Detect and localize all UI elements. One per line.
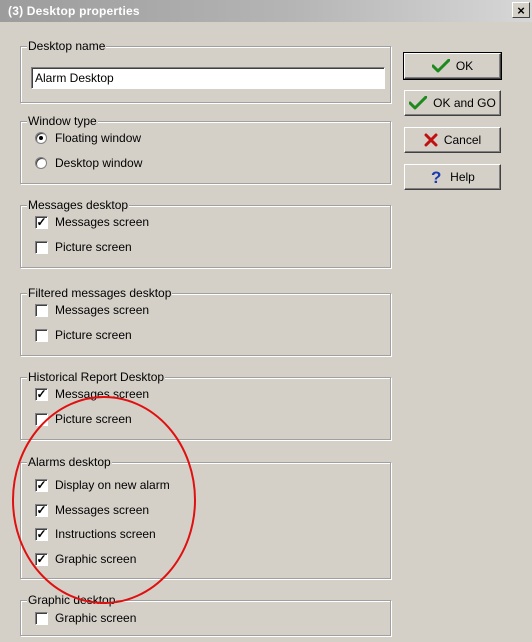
checkbox-graphic-screen[interactable]: ✓ Graphic screen <box>35 551 136 567</box>
checkbox-label: Messages screen <box>55 387 150 401</box>
desktop-name-input[interactable]: Alarm Desktop <box>31 67 385 89</box>
desktop-name-label: Desktop name <box>27 38 107 54</box>
graphic-desktop-group: Graphic desktop Graphic screen <box>20 592 391 636</box>
filtered-messages-desktop-group: Filtered messages desktop Messages scree… <box>20 285 391 356</box>
checkbox-instructions-screen[interactable]: ✓ Instructions screen <box>35 526 156 542</box>
cancel-button-label: Cancel <box>443 133 482 147</box>
checkbox-label: Messages screen <box>55 215 150 229</box>
checkbox-picture-screen[interactable]: Picture screen <box>35 239 132 255</box>
checkbox-messages-screen[interactable]: ✓ Messages screen <box>35 214 149 230</box>
radio-selected-dot <box>39 136 43 140</box>
messages-desktop-group: Messages desktop ✓ Messages screen Pictu… <box>20 197 391 268</box>
checkbox[interactable] <box>35 328 48 342</box>
radio-floating-window[interactable]: Floating window <box>35 130 141 146</box>
checkbox-label: Picture screen <box>55 328 132 342</box>
checkbox-label: Graphic screen <box>55 611 137 625</box>
checkbox[interactable]: ✓ <box>35 477 48 492</box>
radio-button[interactable] <box>35 157 47 169</box>
question-mark-icon: ? <box>430 169 444 185</box>
filtered-messages-desktop-label: Filtered messages desktop <box>27 285 173 301</box>
checkbox-label: Instructions screen <box>55 527 156 541</box>
cross-icon <box>424 133 438 147</box>
title-bar: (3) Desktop properties × <box>0 0 532 22</box>
checkbox-picture-screen[interactable]: Picture screen <box>35 411 132 427</box>
checkbox-label: Graphic screen <box>55 552 137 566</box>
help-button-label: Help <box>450 170 475 184</box>
radio-label: Floating window <box>55 131 142 145</box>
checkbox[interactable] <box>35 611 48 625</box>
check-mark-icon: ✓ <box>36 526 47 541</box>
checkbox-label: Picture screen <box>55 412 132 426</box>
radio-button[interactable] <box>35 132 47 144</box>
historical-report-desktop-group: Historical Report Desktop ✓ Messages scr… <box>20 369 391 440</box>
check-mark-icon: ✓ <box>36 386 47 401</box>
cancel-button[interactable]: Cancel <box>404 127 501 153</box>
check-icon <box>409 96 428 110</box>
check-mark-icon: ✓ <box>36 214 47 229</box>
help-button[interactable]: ? Help <box>404 164 501 190</box>
checkbox-graphic-screen[interactable]: Graphic screen <box>35 610 136 626</box>
checkbox[interactable]: ✓ <box>35 526 48 541</box>
checkbox-label: Messages screen <box>55 303 150 317</box>
ok-and-go-button[interactable]: OK and GO <box>404 90 501 116</box>
checkbox[interactable]: ✓ <box>35 386 48 401</box>
svg-text:?: ? <box>431 169 441 185</box>
checkbox[interactable]: ✓ <box>35 502 48 517</box>
desktop-name-group: Desktop name Alarm Desktop <box>20 38 391 103</box>
radio-label: Desktop window <box>55 156 143 170</box>
messages-desktop-label: Messages desktop <box>27 197 130 213</box>
close-button[interactable]: × <box>512 2 530 18</box>
checkbox[interactable] <box>35 303 48 317</box>
check-mark-icon: ✓ <box>36 551 47 566</box>
check-mark-icon: ✓ <box>36 477 47 492</box>
window-title: (3) Desktop properties <box>8 4 140 18</box>
checkbox-messages-screen[interactable]: Messages screen <box>35 302 149 318</box>
checkbox-label: Display on new alarm <box>55 478 170 492</box>
checkbox[interactable]: ✓ <box>35 551 48 566</box>
checkbox-picture-screen[interactable]: Picture screen <box>35 327 132 343</box>
ok-button-label: OK <box>455 59 474 73</box>
checkbox[interactable] <box>35 412 48 426</box>
historical-report-desktop-label: Historical Report Desktop <box>27 369 166 385</box>
checkbox-label: Picture screen <box>55 240 132 254</box>
check-icon <box>431 59 450 73</box>
radio-desktop-window[interactable]: Desktop window <box>35 155 142 171</box>
checkbox[interactable] <box>35 240 48 254</box>
checkbox[interactable]: ✓ <box>35 214 48 229</box>
checkbox-label: Messages screen <box>55 503 150 517</box>
window-type-group: Window type Floating window Desktop wind… <box>20 113 391 184</box>
check-mark-icon: ✓ <box>36 502 47 517</box>
checkbox-messages-screen[interactable]: ✓ Messages screen <box>35 502 149 518</box>
window-type-label: Window type <box>27 113 98 129</box>
ok-and-go-button-label: OK and GO <box>433 96 496 110</box>
checkbox-display-on-new-alarm[interactable]: ✓ Display on new alarm <box>35 477 170 493</box>
graphic-desktop-label: Graphic desktop <box>27 592 117 608</box>
alarms-desktop-label: Alarms desktop <box>27 454 112 470</box>
alarms-desktop-group: Alarms desktop ✓ Display on new alarm ✓ … <box>20 454 391 579</box>
ok-button[interactable]: OK <box>403 52 502 80</box>
checkbox-messages-screen[interactable]: ✓ Messages screen <box>35 386 149 402</box>
